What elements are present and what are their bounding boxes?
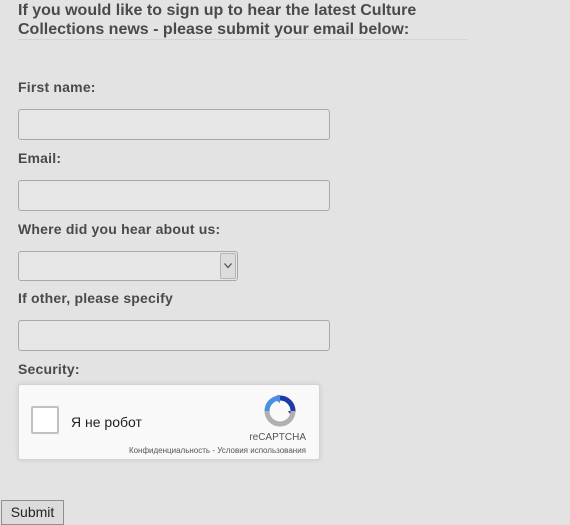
recaptcha-privacy-link[interactable]: Конфиденциальность [129,446,210,455]
first-name-field[interactable] [18,109,330,140]
security-label: Security: [18,361,80,377]
email-field[interactable] [18,180,330,211]
email-label: Email: [18,150,62,166]
hear-about-label: Where did you hear about us: [18,221,221,237]
recaptcha-checkbox[interactable] [31,406,59,434]
other-specify-field[interactable] [18,320,330,351]
first-name-label: First name: [18,79,96,95]
recaptcha-links: Конфиденциальность - Условия использован… [129,446,306,455]
select-arrow-button[interactable] [220,253,236,279]
recaptcha-checkbox-label: Я не робот [71,414,142,430]
other-specify-label: If other, please specify [18,290,173,306]
hear-about-select[interactable] [18,251,238,281]
recaptcha-terms-link[interactable]: Условия использования [217,446,306,455]
submit-button[interactable]: Submit [1,500,64,525]
intro-line-2: Collections news - please submit your em… [18,21,410,38]
intro-text: If you would like to sign up to hear the… [18,1,468,40]
recaptcha-logo-icon [264,395,296,427]
recaptcha-widget: Я не робот reCAPTCHA Конфиденциальность … [18,384,320,460]
intro-line-1: If you would like to sign up to hear the… [18,2,417,19]
recaptcha-brand-text: reCAPTCHA [249,432,306,443]
chevron-down-icon [224,263,232,269]
